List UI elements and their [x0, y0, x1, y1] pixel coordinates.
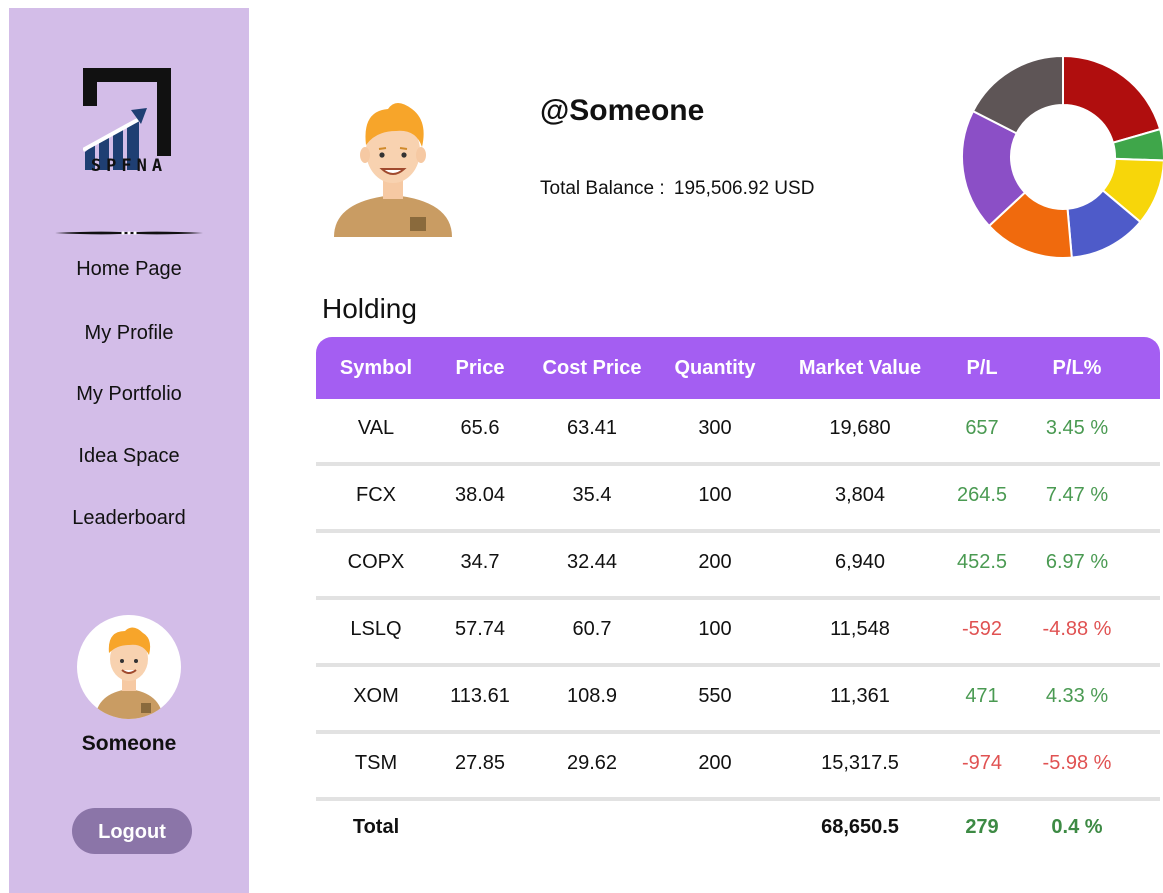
cell-price: 113.61 [450, 685, 510, 707]
cell-price: 38.04 [454, 484, 506, 506]
ornament-divider [55, 231, 203, 235]
sidebar: SPFNA Home Page My Profile My Portfolio … [9, 8, 249, 893]
holding-title: Holding [322, 293, 417, 324]
avatar-icon [95, 627, 163, 719]
cell-cost-price: 29.62 [566, 752, 618, 774]
col-price[interactable]: Price [456, 337, 505, 399]
portfolio-donut-chart [961, 54, 1163, 259]
total-balance: Total Balance : 195,506.92 USD [540, 178, 818, 200]
cell-quantity: 550 [698, 685, 732, 707]
table-row[interactable]: TSM 27.85 29.62 200 15,317.5 -974 -5.98 % [316, 734, 1160, 801]
cell-pl: -974 [961, 752, 1003, 774]
cell-pl-percent: 6.97 % [1045, 551, 1109, 573]
cell-cost-price: 60.7 [572, 618, 612, 640]
cell-pl: 657 [965, 417, 999, 439]
cell-market-value: 19,680 [829, 417, 891, 439]
cell-pl: 471 [965, 685, 999, 707]
cell-cost-price: 32.44 [566, 551, 618, 573]
cell-pl: 264.5 [956, 484, 1008, 506]
profile-avatar-icon [334, 103, 452, 237]
logo-text: SPFNA [90, 156, 168, 176]
col-cost-price[interactable]: Cost Price [543, 337, 642, 399]
nav-idea-space[interactable]: Idea Space [9, 445, 249, 468]
cell-pl: -592 [961, 618, 1003, 640]
cell-pl-percent: 4.33 % [1045, 685, 1109, 707]
cell-market-value: 11,548 [830, 618, 890, 640]
cell-cost-price: 35.4 [572, 484, 612, 506]
cell-symbol: VAL [357, 417, 395, 439]
holding-table-header: Symbol Price Cost Price Quantity Market … [316, 337, 1160, 399]
cell-symbol: TSM [354, 752, 398, 774]
sidebar-avatar[interactable] [77, 615, 181, 719]
cell-pl: 452.5 [956, 551, 1008, 573]
table-row[interactable]: FCX 38.04 35.4 100 3,804 264.5 7.47 % [316, 466, 1160, 533]
cell-price: 65.6 [460, 417, 500, 439]
cell-market-value: 11,361 [830, 685, 890, 707]
cell-pl-percent: 7.47 % [1045, 484, 1109, 506]
cell-symbol: FCX [356, 484, 396, 506]
col-symbol[interactable]: Symbol [340, 337, 412, 399]
col-quantity[interactable]: Quantity [674, 337, 755, 399]
cell-symbol: XOM [353, 685, 399, 707]
cell-cost-price: 63.41 [566, 417, 618, 439]
cell-quantity: 200 [698, 551, 732, 573]
profile-handle: @Someone [540, 94, 705, 127]
nav-leaderboard[interactable]: Leaderboard [9, 507, 249, 530]
nav-my-profile[interactable]: My Profile [9, 322, 249, 345]
cell-cost-price: 108.9 [566, 685, 618, 707]
cell-quantity: 300 [698, 417, 732, 439]
balance-label: Total Balance : [540, 178, 665, 199]
cell-pl-percent: -5.98 % [1042, 752, 1112, 774]
cell-symbol: LSLQ [350, 618, 402, 640]
cell-quantity: 200 [698, 752, 732, 774]
col-pl[interactable]: P/L [966, 337, 997, 399]
col-market-value[interactable]: Market Value [799, 337, 921, 399]
table-row[interactable]: LSLQ 57.74 60.7 100 11,548 -592 -4.88 % [316, 600, 1160, 667]
total-pl: 279 [965, 816, 999, 838]
table-total-row: Total 68,650.5 279 0.4 % [316, 798, 1160, 865]
table-row[interactable]: VAL 65.6 63.41 300 19,680 657 3.45 % [316, 399, 1160, 466]
cell-quantity: 100 [698, 484, 732, 506]
cell-price: 27.85 [454, 752, 506, 774]
cell-symbol: COPX [347, 551, 405, 573]
donut-segment-red[interactable] [1062, 54, 1162, 144]
cell-pl-percent: 3.45 % [1045, 417, 1109, 439]
nav-home-page[interactable]: Home Page [9, 258, 249, 281]
col-pl-percent[interactable]: P/L% [1053, 337, 1102, 399]
cell-quantity: 100 [698, 618, 732, 640]
total-market-value: 68,650.5 [821, 816, 899, 838]
cell-price: 57.74 [454, 618, 506, 640]
cell-price: 34.7 [460, 551, 500, 573]
cell-market-value: 15,317.5 [821, 752, 899, 774]
sidebar-user-name: Someone [81, 732, 177, 755]
table-row[interactable]: XOM 113.61 108.9 550 11,361 471 4.33 % [316, 667, 1160, 734]
nav-my-portfolio[interactable]: My Portfolio [9, 383, 249, 406]
cell-market-value: 6,940 [834, 551, 886, 573]
logout-button[interactable]: Logout [72, 808, 192, 854]
table-row[interactable]: COPX 34.7 32.44 200 6,940 452.5 6.97 % [316, 533, 1160, 600]
cell-market-value: 3,804 [834, 484, 886, 506]
balance-value: 195,506.92 USD [673, 178, 815, 199]
cell-pl-percent: -4.88 % [1042, 618, 1112, 640]
total-label: Total [352, 816, 400, 838]
total-pl-percent: 0.4 % [1051, 816, 1103, 838]
